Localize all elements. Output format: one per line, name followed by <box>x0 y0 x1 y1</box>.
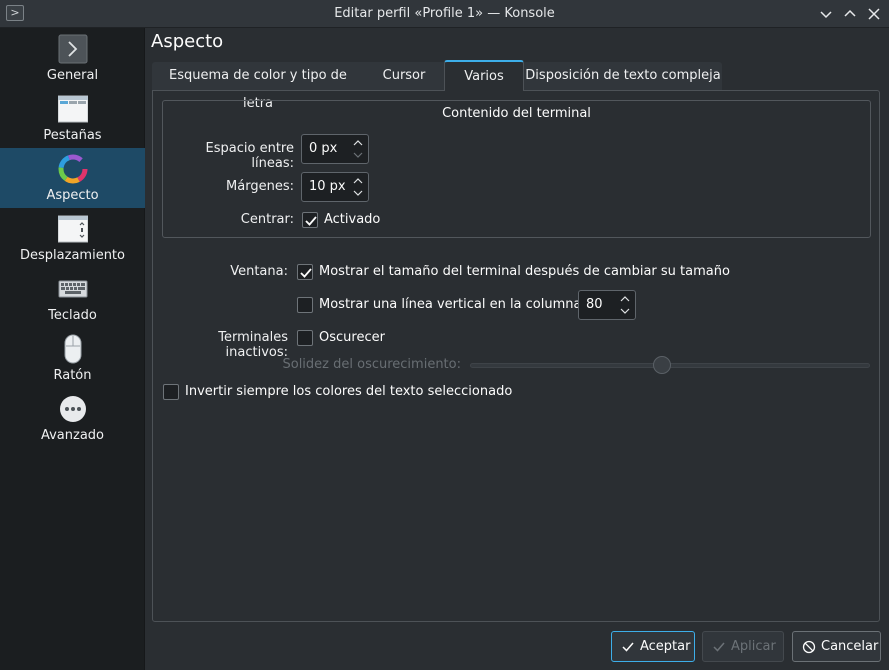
vertical-line-column-value: 80 <box>586 297 603 312</box>
vertical-line-column-spinbox[interactable]: 80 <box>578 290 636 320</box>
margins-spinbox[interactable]: 10 px <box>301 172 369 202</box>
ok-button[interactable]: Aceptar <box>611 631 695 662</box>
spin-arrows-icon[interactable] <box>619 294 631 316</box>
dim-strength-label: Solidez del oscurecimiento: <box>282 357 461 372</box>
sidebar-item-raton[interactable]: Ratón <box>0 328 145 388</box>
sidebar: General Pestañas Aspecto Desplazamiento … <box>0 28 145 670</box>
apply-button[interactable]: Aplicar <box>702 631 784 662</box>
apply-button-label: Aplicar <box>731 639 776 654</box>
sidebar-item-pestanas[interactable]: Pestañas <box>0 88 145 148</box>
sidebar-item-aspecto[interactable]: Aspecto <box>0 148 145 208</box>
vertical-line-label[interactable]: Mostrar una línea vertical en la columna… <box>319 297 586 312</box>
dim-checkbox[interactable] <box>297 330 313 346</box>
center-checkbox-label[interactable]: Activado <box>324 212 380 227</box>
margins-label: Márgenes: <box>226 179 294 194</box>
show-size-label[interactable]: Mostrar el tamaño del terminal después d… <box>319 264 730 279</box>
inactive-terminals-label: Terminales inactivos: <box>218 330 288 360</box>
spin-arrows-icon[interactable] <box>352 176 364 198</box>
tab-strip: Esquema de color y tipo de letra Cursor … <box>152 60 880 111</box>
mouse-icon <box>64 334 82 364</box>
terminal-icon <box>58 34 88 64</box>
tab-varios[interactable]: Varios <box>444 60 524 91</box>
close-icon[interactable] <box>864 4 884 24</box>
tab-cursor[interactable]: Cursor <box>364 62 444 91</box>
center-checkbox[interactable] <box>302 212 318 228</box>
center-label: Centrar: <box>240 212 294 227</box>
ok-button-label: Aceptar <box>640 639 691 654</box>
checkmark-icon <box>300 268 312 278</box>
window-title: Editar perfil «Profile 1» — Konsole <box>334 6 555 21</box>
page-title: Aspecto <box>151 31 224 52</box>
sidebar-item-general[interactable]: General <box>0 28 145 88</box>
sidebar-item-teclado[interactable]: Teclado <box>0 268 145 328</box>
cancel-icon <box>802 640 816 654</box>
more-options-icon <box>60 396 86 422</box>
dim-label[interactable]: Oscurecer <box>319 330 385 345</box>
color-wheel-icon <box>58 154 88 184</box>
checkmark-icon <box>713 642 725 652</box>
sidebar-item-label: General <box>46 68 99 83</box>
invert-colors-checkbox[interactable] <box>163 384 179 400</box>
vertical-line-checkbox[interactable] <box>297 297 313 313</box>
line-spacing-spinbox[interactable]: 0 px <box>301 134 369 164</box>
sidebar-item-avanzado[interactable]: Avanzado <box>0 388 145 448</box>
spin-arrows-icon[interactable] <box>352 138 364 160</box>
tab-complex-text-layout[interactable]: Disposición de texto compleja <box>524 62 722 91</box>
window-label: Ventana: <box>230 264 288 279</box>
scroll-window-icon <box>58 215 88 243</box>
checkmark-icon <box>622 642 634 652</box>
sidebar-item-label: Desplazamiento <box>20 248 125 263</box>
maximize-chevron-up-icon[interactable] <box>840 4 860 24</box>
margins-value: 10 px <box>309 179 346 194</box>
line-spacing-label: Espacio entre líneas: <box>205 141 294 171</box>
minimize-chevron-down-icon[interactable] <box>816 4 836 24</box>
checkmark-icon <box>305 216 317 226</box>
line-spacing-value: 0 px <box>309 141 338 156</box>
cancel-button-label: Cancelar <box>821 639 879 654</box>
cancel-button[interactable]: Cancelar <box>792 631 881 662</box>
sidebar-item-label: Pestañas <box>43 128 102 143</box>
group-title: Contenido del terminal <box>442 106 591 121</box>
sidebar-item-label: Aspecto <box>46 188 99 203</box>
tabs-window-icon <box>58 95 88 123</box>
tab-color-scheme[interactable]: Esquema de color y tipo de letra <box>152 62 364 111</box>
sidebar-item-label: Ratón <box>53 368 92 383</box>
sidebar-item-desplazamiento[interactable]: Desplazamiento <box>0 208 145 268</box>
show-size-checkbox[interactable] <box>297 264 313 280</box>
sidebar-item-label: Avanzado <box>40 428 105 443</box>
invert-colors-label[interactable]: Invertir siempre los colores del texto s… <box>185 384 512 399</box>
sidebar-item-label: Teclado <box>48 308 97 323</box>
keyboard-icon <box>58 280 88 298</box>
dim-strength-slider-handle[interactable] <box>653 356 671 374</box>
